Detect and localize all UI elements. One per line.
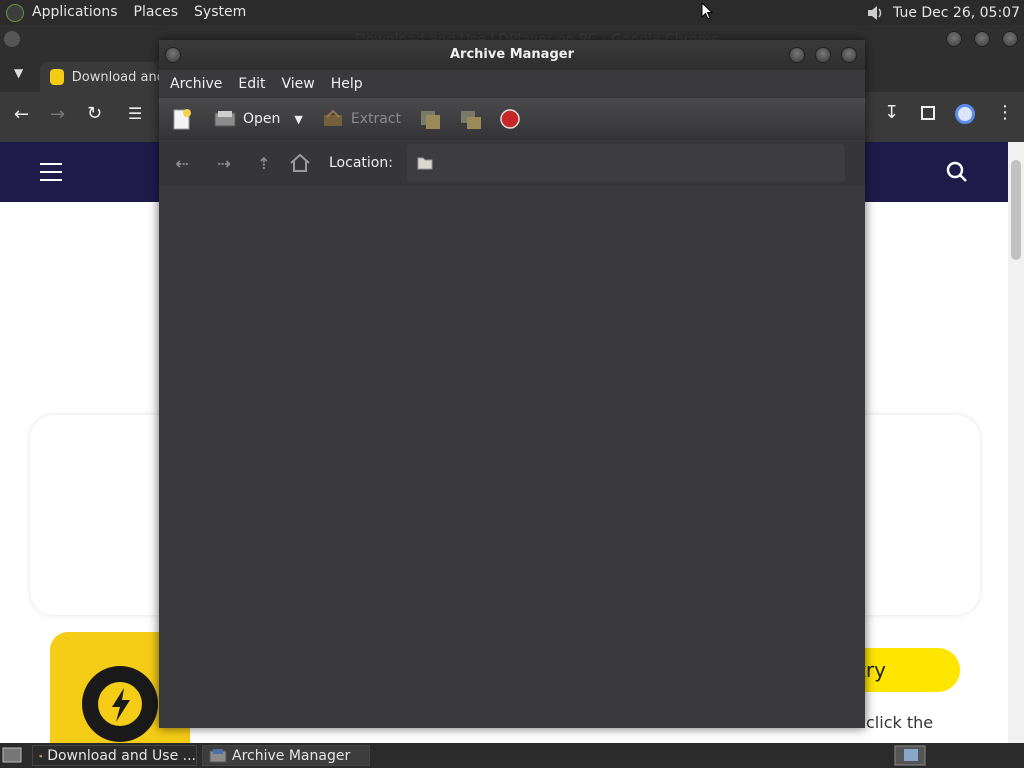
open-dropdown-icon[interactable]: ▼ <box>294 113 302 126</box>
taskbar-item-browser[interactable]: Download and Use ... <box>32 745 197 766</box>
ldplayer-favicon-icon <box>50 69 64 85</box>
top-panel: Applications Places System Tue Dec 26, 0… <box>0 0 1024 25</box>
download-icon[interactable]: ↧ <box>884 102 899 123</box>
location-label: Location: <box>329 155 393 171</box>
archive-titlebar[interactable]: Archive Manager <box>159 40 865 70</box>
menubar: Archive Edit View Help <box>159 70 865 98</box>
volume-icon[interactable] <box>865 3 885 23</box>
close-icon[interactable] <box>841 47 857 63</box>
more-menu-icon[interactable]: ⋮ <box>996 102 1014 123</box>
forward-icon[interactable]: ⇢ <box>209 154 239 173</box>
add-folder-icon[interactable] <box>459 108 483 130</box>
site-text-snippet: click the <box>866 713 934 732</box>
folder-icon <box>417 157 433 170</box>
minimize-icon[interactable] <box>946 31 962 47</box>
gnome-foot-icon[interactable] <box>6 3 24 22</box>
up-icon[interactable]: ⇡ <box>249 154 279 173</box>
menu-help[interactable]: Help <box>323 70 371 98</box>
archive-file-list[interactable] <box>159 185 865 728</box>
stop-icon[interactable] <box>499 108 521 130</box>
menu-edit[interactable]: Edit <box>230 70 273 98</box>
hamburger-menu-icon[interactable] <box>40 163 62 181</box>
toolbar: Open ▼ Extract <box>159 98 865 140</box>
taskbar-item-archive-manager[interactable]: Archive Manager <box>202 745 370 766</box>
reload-icon[interactable]: ↻ <box>87 103 102 124</box>
minimize-icon[interactable] <box>789 47 805 63</box>
tab-label: Download and <box>71 69 165 85</box>
archive-manager-window: Archive Manager Archive Edit View Help O… <box>159 40 865 728</box>
profile-avatar-icon[interactable] <box>955 104 975 124</box>
open-label: Open <box>243 111 281 127</box>
back-arrow-icon[interactable]: ← <box>14 104 29 125</box>
window-menu-icon[interactable] <box>4 31 20 47</box>
add-files-icon[interactable] <box>419 108 443 130</box>
archive-icon <box>209 748 227 762</box>
applications-menu[interactable]: Applications <box>24 0 126 25</box>
side-panel-icon[interactable] <box>921 106 935 120</box>
location-bar: ⇠ ⇢ ⇡ Location: <box>159 141 865 185</box>
show-desktop-icon[interactable] <box>2 746 22 764</box>
extract-label: Extract <box>350 111 402 127</box>
bottom-taskbar: Download and Use ... Archive Manager <box>0 743 1024 768</box>
workspace-switcher-icon[interactable] <box>894 745 926 766</box>
maximize-icon[interactable] <box>815 47 831 63</box>
maximize-icon[interactable] <box>974 31 990 47</box>
back-icon[interactable]: ⇠ <box>167 154 197 173</box>
taskbar-item-label: Download and Use ... <box>47 747 196 764</box>
site-info-icon[interactable]: ☰ <box>128 104 142 123</box>
open-archive-icon <box>214 111 236 127</box>
panel-clock[interactable]: Tue Dec 26, 05:07 <box>893 5 1020 21</box>
chrome-icon <box>39 754 43 757</box>
location-field[interactable] <box>406 144 845 182</box>
forward-arrow-icon[interactable]: → <box>50 104 65 125</box>
new-archive-button[interactable] <box>171 108 193 130</box>
home-icon[interactable] <box>289 153 311 173</box>
extract-button[interactable]: Extract <box>321 109 401 129</box>
mouse-cursor-icon <box>701 2 713 20</box>
menu-view[interactable]: View <box>274 70 323 98</box>
close-icon[interactable] <box>1002 31 1018 47</box>
scrollbar-thumb[interactable] <box>1011 160 1021 260</box>
window-title: Archive Manager <box>450 47 574 62</box>
extract-icon <box>323 109 342 126</box>
browser-tab[interactable]: Download and <box>40 62 165 92</box>
menu-archive[interactable]: Archive <box>162 70 230 98</box>
taskbar-item-label: Archive Manager <box>232 747 351 764</box>
window-menu-icon[interactable] <box>165 47 181 63</box>
search-icon[interactable] <box>946 161 968 183</box>
open-button[interactable]: Open <box>213 109 280 129</box>
system-menu[interactable]: System <box>186 0 254 25</box>
places-menu[interactable]: Places <box>126 0 187 25</box>
tab-search-chevron-icon[interactable]: ▼ <box>14 66 23 80</box>
new-document-icon <box>173 109 191 130</box>
